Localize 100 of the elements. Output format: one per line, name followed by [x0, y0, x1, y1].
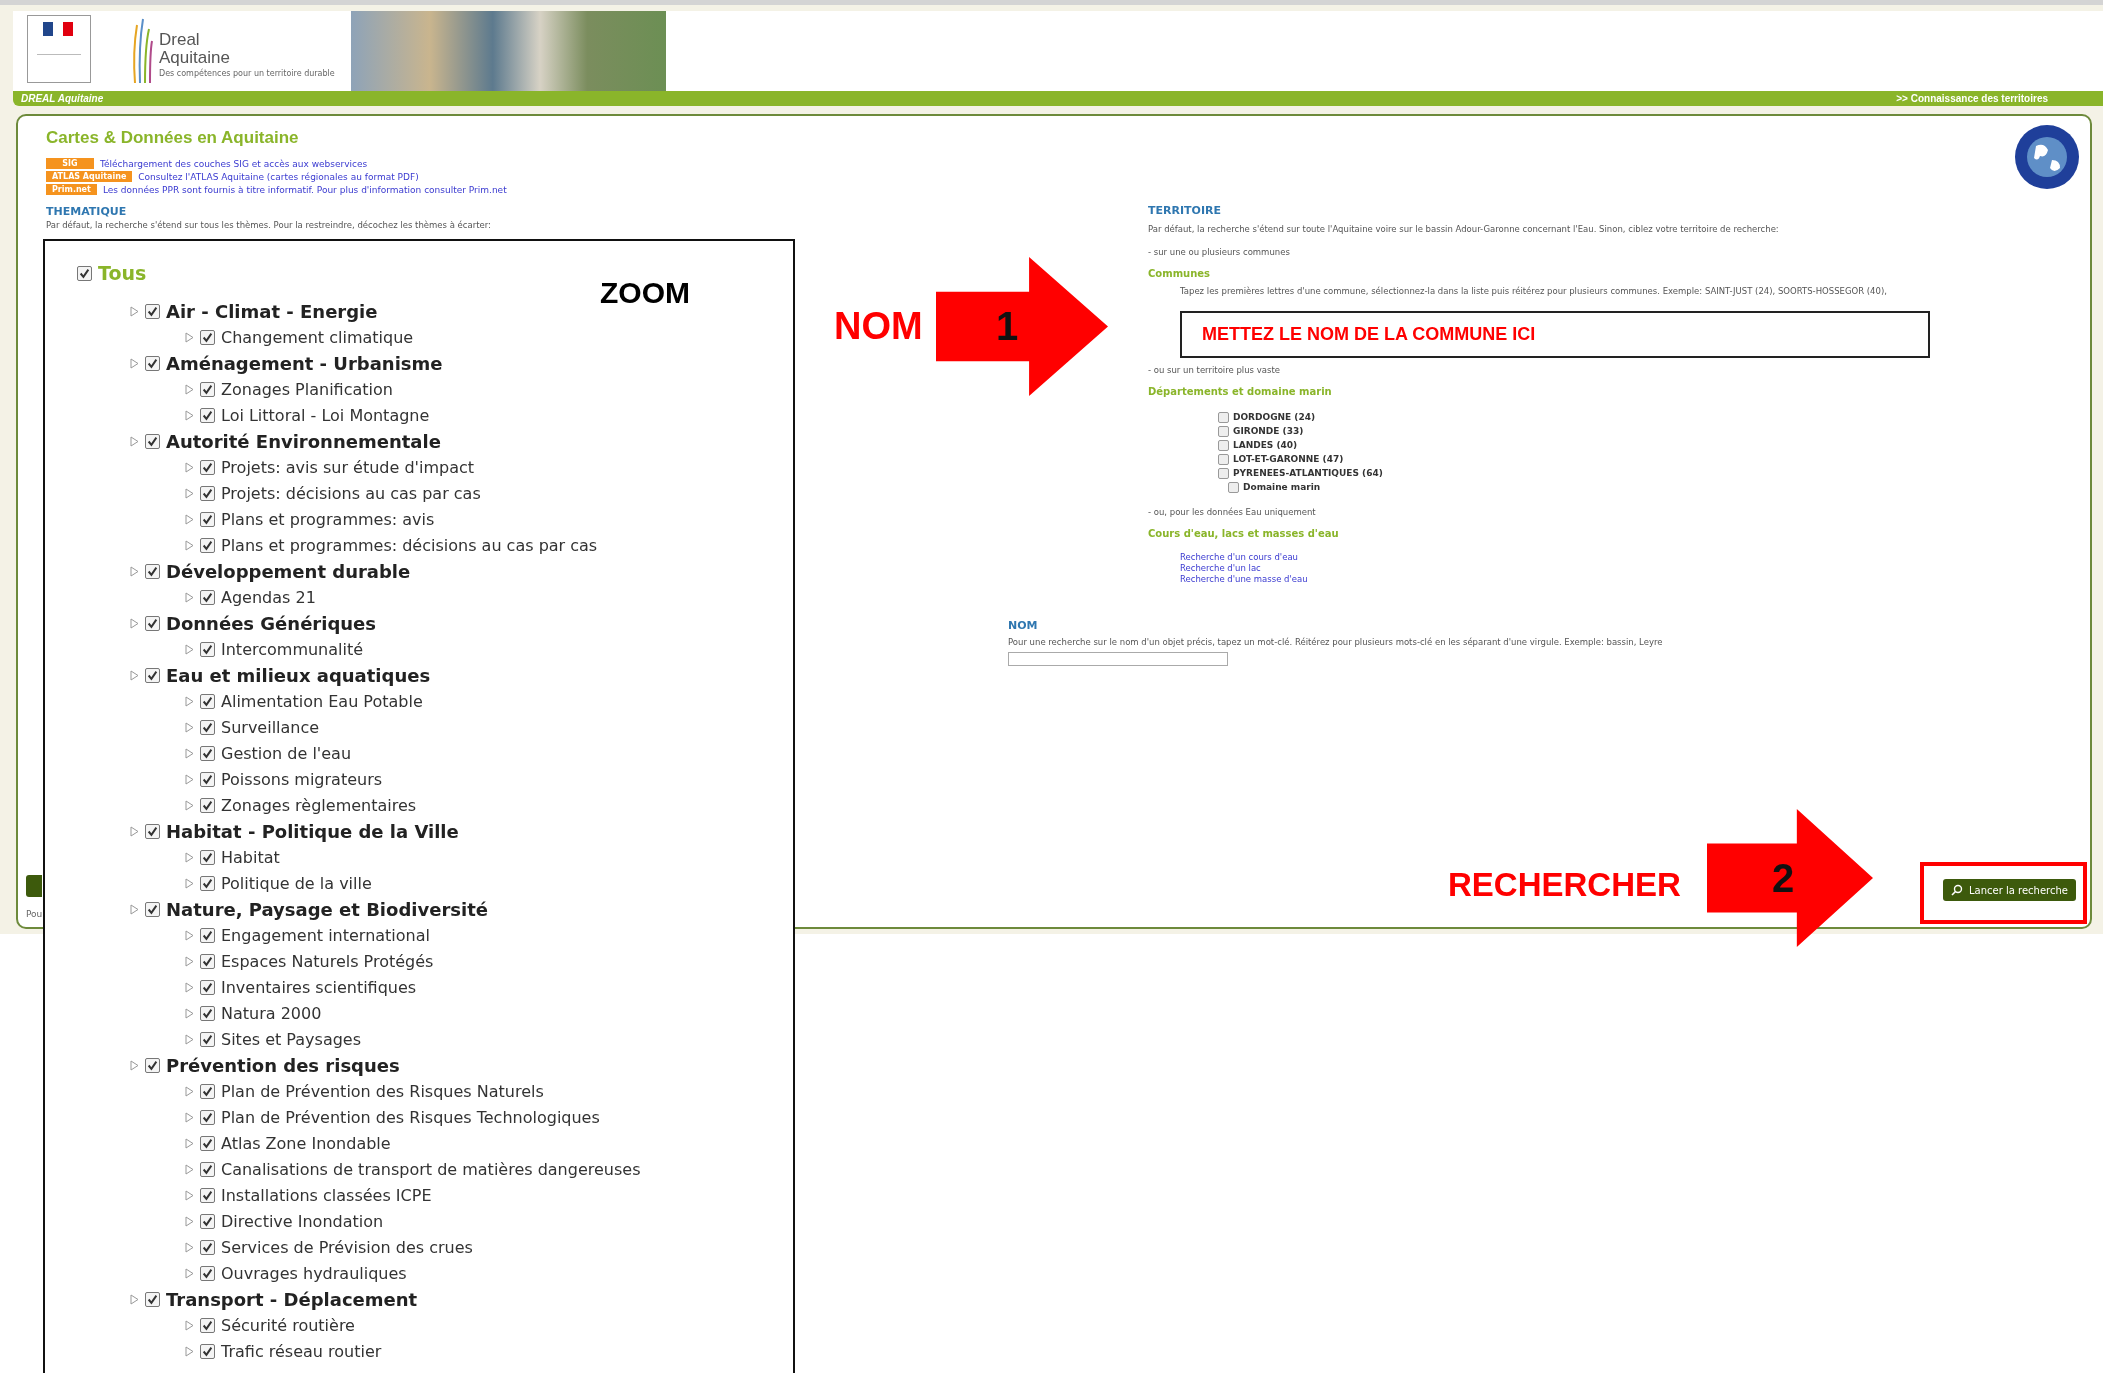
- checkbox[interactable]: [200, 1239, 215, 1255]
- expand-triangle-icon[interactable]: [130, 825, 139, 837]
- checkbox[interactable]: [1228, 481, 1239, 493]
- water-search-link[interactable]: Recherche d'un cours d'eau: [1180, 552, 2078, 563]
- checkbox[interactable]: [200, 459, 215, 475]
- checkbox[interactable]: [200, 485, 215, 501]
- checkbox[interactable]: [77, 265, 92, 281]
- expand-triangle-icon[interactable]: [185, 955, 194, 967]
- checkbox[interactable]: [200, 641, 215, 657]
- expand-triangle-icon[interactable]: [185, 1137, 194, 1149]
- expand-triangle-icon[interactable]: [185, 383, 194, 395]
- expand-triangle-icon[interactable]: [185, 981, 194, 993]
- checkbox[interactable]: [200, 407, 215, 423]
- checkbox[interactable]: [200, 1005, 215, 1021]
- checkbox[interactable]: [1218, 411, 1229, 423]
- expand-triangle-icon[interactable]: [185, 695, 194, 707]
- checkbox[interactable]: [200, 1161, 215, 1177]
- expand-triangle-icon[interactable]: [185, 461, 194, 473]
- expand-triangle-icon[interactable]: [185, 929, 194, 941]
- expand-triangle-icon[interactable]: [185, 747, 194, 759]
- checkbox[interactable]: [200, 771, 215, 787]
- checkbox[interactable]: [200, 849, 215, 865]
- checkbox[interactable]: [145, 355, 160, 371]
- expand-triangle-icon[interactable]: [185, 1241, 194, 1253]
- checkbox[interactable]: [200, 693, 215, 709]
- water-search-link[interactable]: Recherche d'un lac: [1180, 563, 2078, 574]
- checkbox[interactable]: [1218, 467, 1229, 479]
- expand-triangle-icon[interactable]: [130, 565, 139, 577]
- expand-triangle-icon[interactable]: [185, 851, 194, 863]
- expand-triangle-icon[interactable]: [185, 487, 194, 499]
- checkbox[interactable]: [200, 797, 215, 813]
- checkbox[interactable]: [1218, 425, 1229, 437]
- expand-triangle-icon[interactable]: [185, 1267, 194, 1279]
- expand-triangle-icon[interactable]: [185, 721, 194, 733]
- expand-triangle-icon[interactable]: [130, 435, 139, 447]
- checkbox[interactable]: [145, 303, 160, 319]
- expand-triangle-icon[interactable]: [185, 773, 194, 785]
- expand-triangle-icon[interactable]: [185, 1345, 194, 1357]
- commune-field[interactable]: METTEZ LE NOM DE LA COMMUNE ICI: [1180, 311, 1930, 358]
- checkbox[interactable]: [145, 1291, 160, 1307]
- expand-triangle-icon[interactable]: [130, 357, 139, 369]
- checkbox[interactable]: [145, 1057, 160, 1073]
- expand-triangle-icon[interactable]: [185, 877, 194, 889]
- checkbox[interactable]: [200, 1343, 215, 1359]
- resource-link[interactable]: Les données PPR sont fournis à titre informatif. Pour plus d'information consulter Prim.net: [102, 184, 507, 195]
- checkbox[interactable]: [145, 667, 160, 683]
- expand-triangle-icon[interactable]: [130, 1293, 139, 1305]
- checkbox[interactable]: [200, 1213, 215, 1229]
- checkbox[interactable]: [200, 719, 215, 735]
- checkbox[interactable]: [200, 381, 215, 397]
- checkbox[interactable]: [200, 537, 215, 553]
- checkbox[interactable]: [1218, 439, 1229, 451]
- expand-triangle-icon[interactable]: [185, 513, 194, 525]
- checkbox[interactable]: [200, 1265, 215, 1281]
- checkbox[interactable]: [200, 745, 215, 761]
- expand-triangle-icon[interactable]: [185, 1111, 194, 1123]
- water-search-link[interactable]: Recherche d'une masse d'eau: [1180, 574, 2078, 585]
- checkbox[interactable]: [200, 1187, 215, 1203]
- expand-triangle-icon[interactable]: [185, 1319, 194, 1331]
- checkbox[interactable]: [200, 1109, 215, 1125]
- expand-triangle-icon[interactable]: [130, 617, 139, 629]
- resource-link[interactable]: Téléchargement des couches SIG et accès aux webservices: [100, 158, 368, 169]
- checkbox[interactable]: [200, 1083, 215, 1099]
- expand-triangle-icon[interactable]: [130, 669, 139, 681]
- search-button[interactable]: Lancer la recherche: [1943, 879, 2076, 901]
- resource-link[interactable]: Consultez l'ATLAS Aquitaine (cartes régionales au format PDF): [138, 171, 419, 182]
- checkbox[interactable]: [200, 511, 215, 527]
- checkbox[interactable]: [200, 875, 215, 891]
- annotation-label: RECHERCHER: [1448, 866, 1681, 904]
- checkbox[interactable]: [145, 615, 160, 631]
- expand-triangle-icon[interactable]: [185, 799, 194, 811]
- expand-triangle-icon[interactable]: [185, 591, 194, 603]
- expand-triangle-icon[interactable]: [185, 1033, 194, 1045]
- checkbox[interactable]: [200, 1031, 215, 1047]
- checkbox[interactable]: [145, 823, 160, 839]
- name-input-field[interactable]: [1008, 652, 1228, 666]
- checkbox[interactable]: [145, 433, 160, 449]
- expand-triangle-icon[interactable]: [185, 1007, 194, 1019]
- checkbox[interactable]: [200, 589, 215, 605]
- expand-triangle-icon[interactable]: [185, 1163, 194, 1175]
- checkbox[interactable]: [200, 1317, 215, 1333]
- checkbox[interactable]: [200, 329, 215, 345]
- checkbox[interactable]: [200, 979, 215, 995]
- expand-triangle-icon[interactable]: [185, 539, 194, 551]
- checkbox[interactable]: [200, 927, 215, 943]
- expand-triangle-icon[interactable]: [185, 1085, 194, 1097]
- expand-triangle-icon[interactable]: [130, 305, 139, 317]
- expand-triangle-icon[interactable]: [185, 331, 194, 343]
- checkbox[interactable]: [200, 953, 215, 969]
- checkbox[interactable]: [145, 901, 160, 917]
- checkbox[interactable]: [200, 1135, 215, 1151]
- page-title: Cartes & Données en Aquitaine: [46, 128, 300, 148]
- expand-triangle-icon[interactable]: [130, 1059, 139, 1071]
- expand-triangle-icon[interactable]: [185, 409, 194, 421]
- expand-triangle-icon[interactable]: [130, 903, 139, 915]
- expand-triangle-icon[interactable]: [185, 1215, 194, 1227]
- expand-triangle-icon[interactable]: [185, 1189, 194, 1201]
- checkbox[interactable]: [1218, 453, 1229, 465]
- checkbox[interactable]: [145, 563, 160, 579]
- expand-triangle-icon[interactable]: [185, 643, 194, 655]
